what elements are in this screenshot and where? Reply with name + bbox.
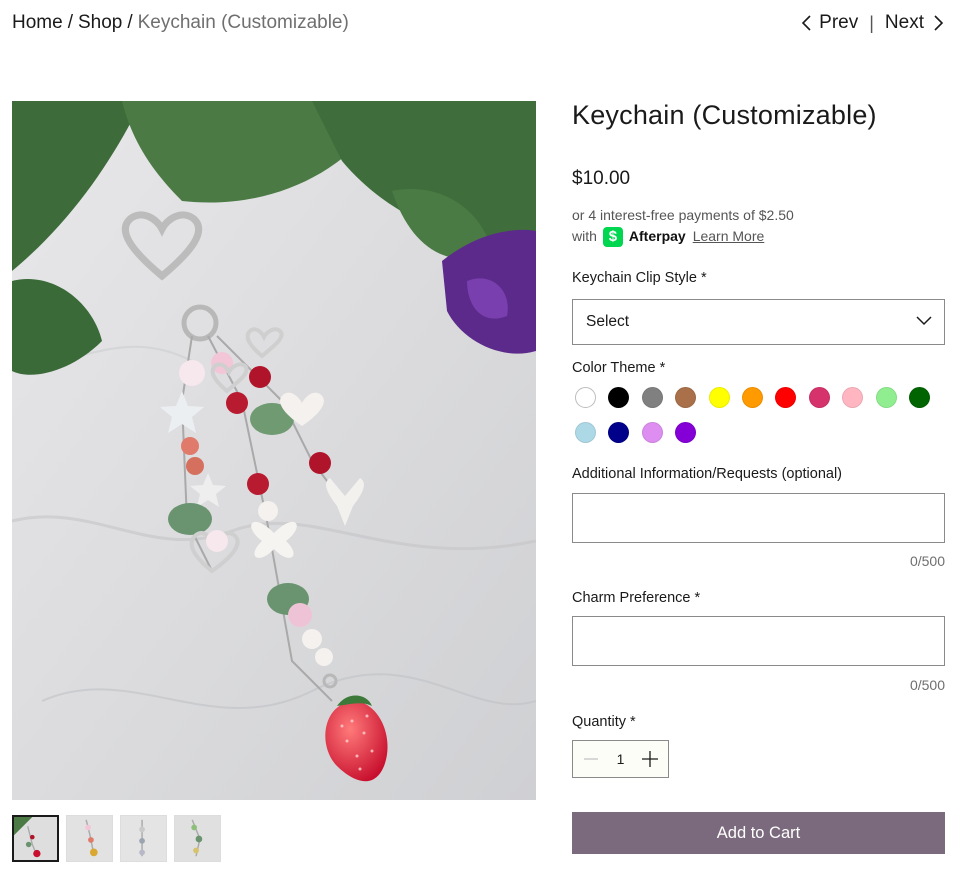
color-swatch-red[interactable] (775, 387, 797, 408)
color-swatch-light-blue[interactable] (575, 422, 596, 443)
color-swatch-gray[interactable] (641, 387, 663, 408)
afterpay-installments-text: or 4 interest-free payments of $2.50 (572, 207, 794, 223)
color-swatch-raspberry[interactable] (808, 387, 830, 408)
afterpay-logo-icon: $ (602, 226, 623, 247)
color-swatch-black[interactable] (608, 387, 630, 408)
color-swatch-orange[interactable] (741, 387, 763, 408)
thumbnail-3[interactable] (120, 815, 167, 862)
color-swatch-brown[interactable] (675, 387, 697, 408)
breadcrumb-separator: / (127, 12, 133, 33)
next-button[interactable]: Next (885, 12, 946, 34)
quantity-label: Quantity * (572, 714, 636, 730)
color-swatch-yellow[interactable] (708, 387, 730, 408)
breadcrumb-separator: / (67, 12, 73, 33)
breadcrumb-current: Keychain (Customizable) (137, 12, 349, 33)
charm-preference-char-counter: 0/500 (909, 677, 945, 693)
chevron-right-icon (930, 14, 946, 32)
clip-style-dropdown[interactable]: Select (572, 299, 945, 345)
charm-preference-field[interactable] (572, 616, 945, 666)
color-swatch-violet[interactable] (641, 422, 663, 443)
product-pager: Prev | Next (799, 12, 946, 34)
breadcrumb-shop-link[interactable]: Shop (78, 12, 122, 33)
breadcrumb-home-link[interactable]: Home (12, 12, 63, 33)
afterpay-learn-more-link[interactable]: Learn More (693, 226, 765, 247)
plus-icon (641, 751, 658, 767)
color-swatch-purple[interactable] (675, 422, 697, 443)
chevron-left-icon (799, 14, 815, 32)
chevron-down-icon (916, 313, 932, 331)
breadcrumb: Home / Shop / Keychain (Customizable) (12, 12, 349, 34)
thumbnail-2[interactable] (66, 815, 113, 862)
afterpay-name: Afterpay (628, 228, 686, 244)
prev-button[interactable]: Prev (799, 12, 858, 34)
product-price: $10.00 (572, 168, 631, 189)
quantity-value[interactable]: 1 (617, 751, 625, 767)
color-swatch-dark-green[interactable] (908, 387, 930, 408)
prev-label: Prev (819, 12, 859, 33)
color-swatch-navy[interactable] (608, 422, 630, 443)
increment-button[interactable] (640, 749, 660, 769)
add-to-cart-button[interactable]: Add to Cart (572, 812, 945, 854)
thumbnail-1[interactable] (12, 815, 59, 862)
color-theme-label: Color Theme * (572, 360, 666, 376)
product-main-image[interactable] (12, 101, 536, 800)
product-info-panel: Keychain (Customizable) $10.00 or 4 inte… (572, 100, 945, 854)
next-label: Next (884, 12, 924, 33)
clip-style-selected-value: Select (586, 313, 630, 330)
decrement-button[interactable] (581, 749, 601, 769)
color-swatch-pink[interactable] (842, 387, 864, 408)
product-title: Keychain (Customizable) (572, 100, 877, 130)
minus-icon (584, 758, 598, 760)
image-thumbnails (12, 815, 221, 862)
afterpay-with-text: with (572, 228, 597, 244)
color-swatches (575, 387, 947, 443)
charm-preference-label: Charm Preference * (572, 590, 701, 606)
afterpay-info: or 4 interest-free payments of $2.50 wit… (572, 205, 794, 247)
pager-divider: | (869, 12, 874, 33)
additional-info-char-counter: 0/500 (909, 553, 945, 569)
clip-style-label: Keychain Clip Style * (572, 270, 707, 286)
additional-info-label: Additional Information/Requests (optiona… (572, 466, 843, 482)
additional-info-field[interactable] (572, 493, 945, 543)
thumbnail-4[interactable] (174, 815, 221, 862)
quantity-stepper: 1 (572, 740, 669, 778)
color-swatch-light-green[interactable] (875, 387, 897, 408)
color-swatch-white[interactable] (575, 387, 596, 408)
